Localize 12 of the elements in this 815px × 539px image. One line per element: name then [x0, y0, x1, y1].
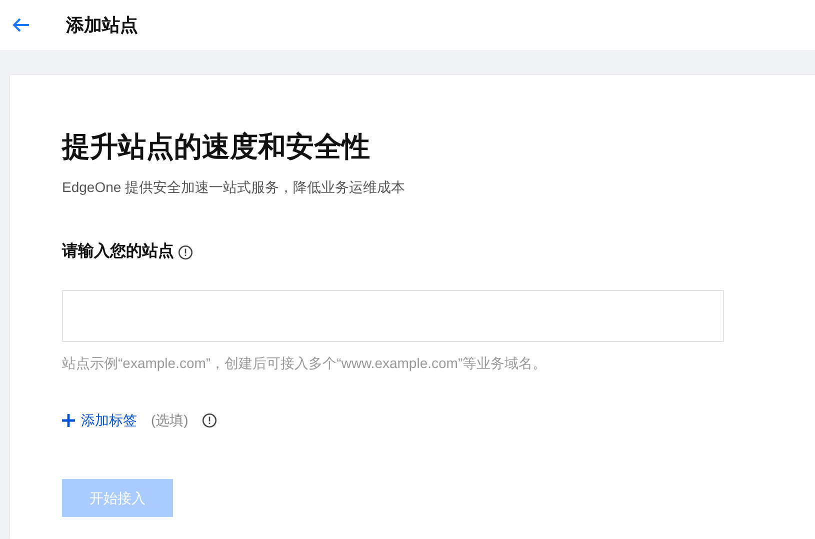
- headline: 提升站点的速度和安全性: [62, 130, 370, 164]
- hint-text: 站点示例“example.com”，创建后可接入多个“www.example.com”等业务域名。: [62, 354, 547, 373]
- subtitle: EdgeOne 提供安全加速一站式服务，降低业务运维成本: [62, 178, 406, 197]
- optional-note: (选填): [151, 411, 188, 430]
- page-title: 添加站点: [66, 14, 138, 36]
- site-input-field[interactable]: [62, 290, 724, 342]
- add-tag-link[interactable]: 添加标签: [62, 410, 137, 431]
- back-arrow-icon: [11, 17, 31, 33]
- field-label: 请输入您的站点: [62, 241, 174, 262]
- info-icon: [178, 244, 193, 260]
- plus-icon: [62, 414, 75, 427]
- info-icon: [202, 413, 218, 428]
